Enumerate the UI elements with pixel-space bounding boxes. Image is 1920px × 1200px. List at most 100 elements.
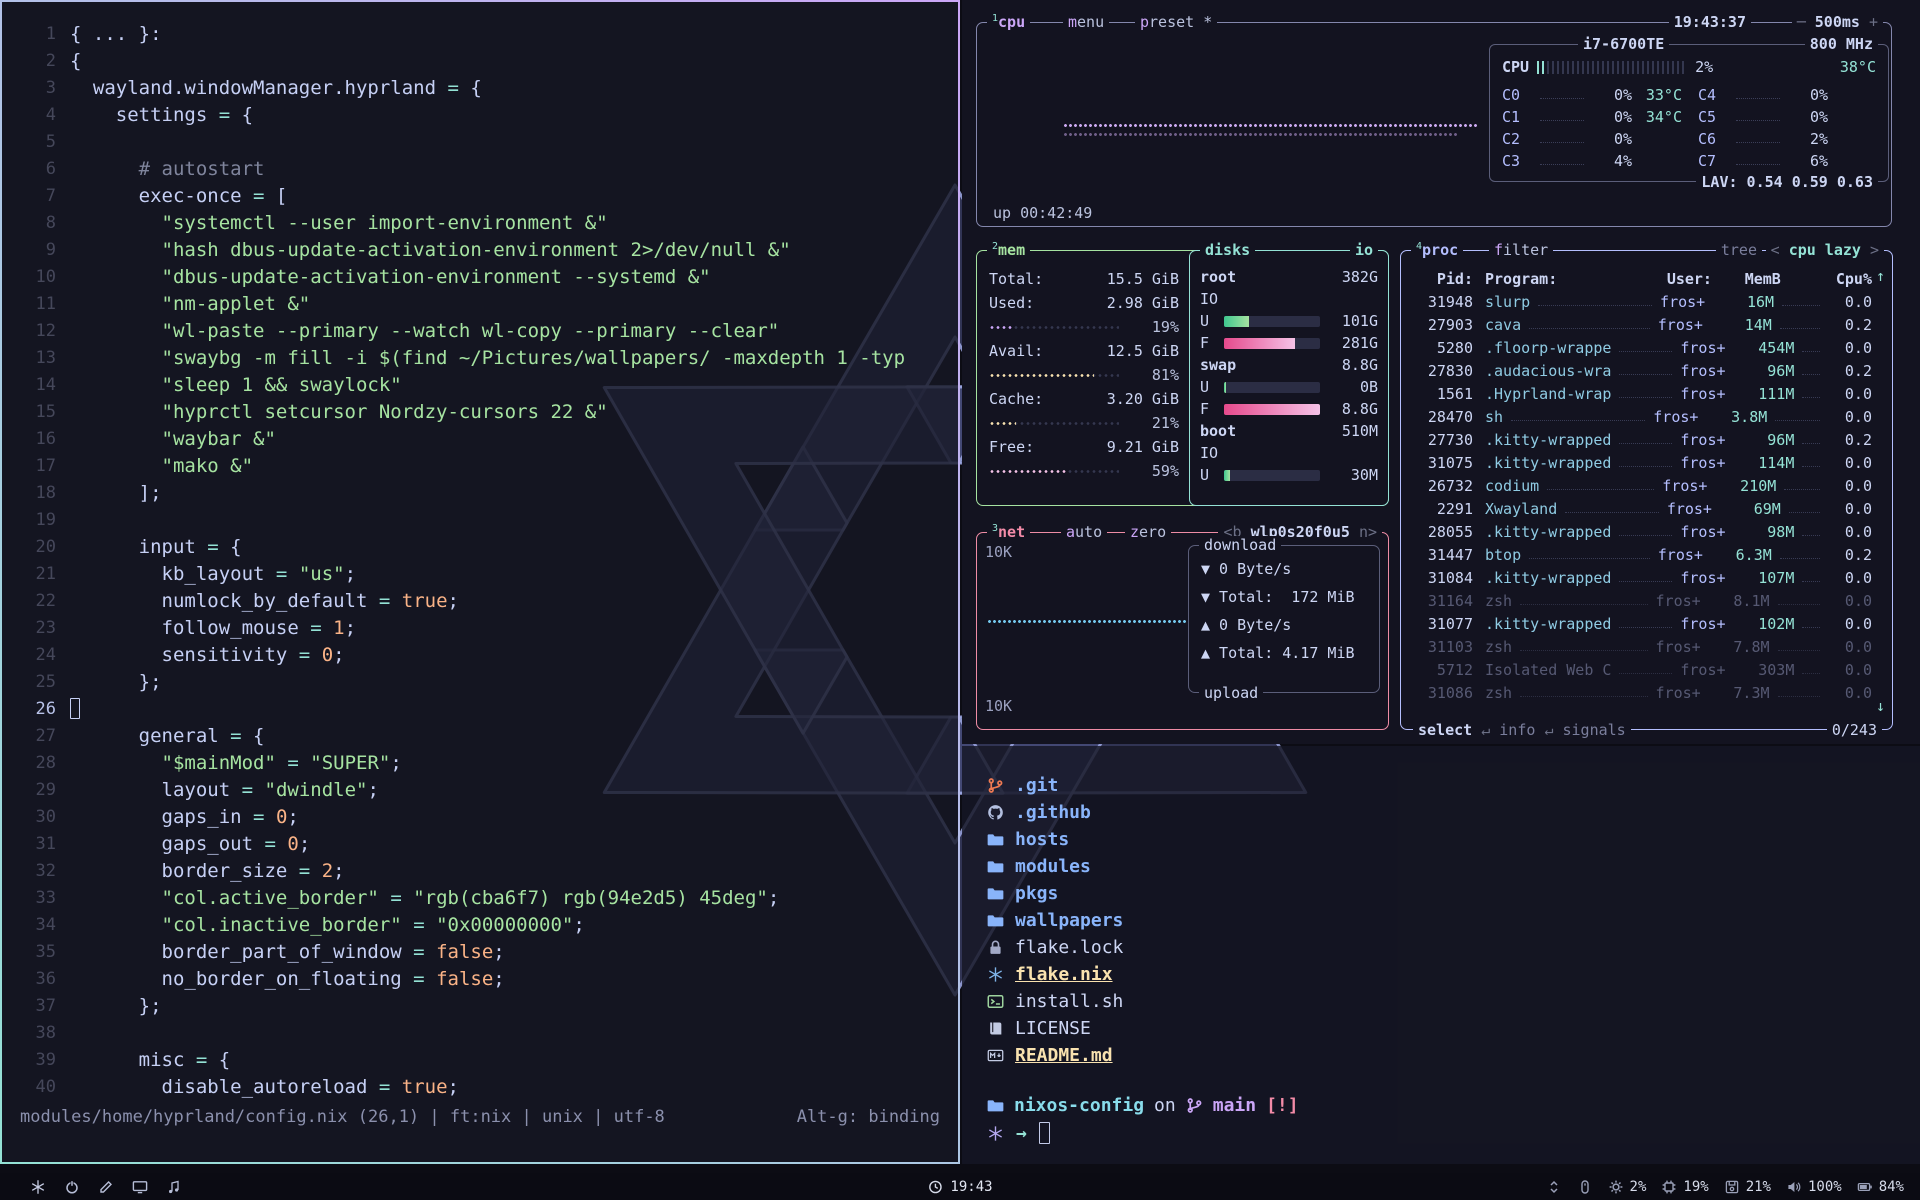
tray-value: 100% [1808,1179,1842,1195]
line-content: misc = { [70,1047,230,1074]
tray-mouse[interactable] [1577,1179,1593,1195]
process-row[interactable]: 2291Xwaylandfros+69M0.0 [1401,497,1892,520]
process-row[interactable]: 31077.kitty-wrappedfros+102M0.0 [1401,612,1892,635]
scroll-down-icon[interactable]: ↓ [1876,697,1885,715]
file-item[interactable]: README.md [987,1042,1920,1069]
scroll-up-icon[interactable]: ↑ [1876,267,1885,285]
file-name: hosts [1015,829,1069,850]
editor-line: 28 "$mainMod" = "SUPER"; [2,750,958,777]
process-row[interactable]: 31447btopfros+6.3M0.2 [1401,543,1892,566]
proc-tree-toggle[interactable]: tree [1716,241,1762,259]
editor-line: 35 border_part_of_window = false; [2,939,958,966]
proc-filter-button[interactable]: filter [1489,241,1553,259]
editor-window[interactable]: 1{ ... }:2{3 wayland.windowManager.hyprl… [0,0,960,1164]
net-auto-toggle[interactable]: auto [1061,523,1107,541]
disk-usage-bar [1224,404,1320,415]
file-item[interactable]: flake.nix [987,961,1920,988]
editor-line: 23 follow_mouse = 1; [2,615,958,642]
line-content: border_size = 2; [70,858,345,885]
process-row[interactable]: 31948slurpfros+16M0.0 [1401,290,1892,313]
btop-window[interactable]: 1cpu menu preset * 19:43:37 ─ 500ms + up… [962,0,1920,744]
line-number: 21 [2,561,56,588]
download-label: download [1199,536,1281,554]
tray-volume[interactable]: 100% [1786,1179,1842,1195]
terminal-icon [987,993,1004,1010]
editor-line: 16 "waybar &" [2,426,958,453]
file-item[interactable]: pkgs [987,880,1920,907]
display-icon[interactable] [132,1179,148,1195]
memory-meter-row: 59% [989,459,1179,483]
file-item[interactable]: LICENSE [987,1015,1920,1042]
line-number: 26 [2,696,56,723]
menu-button[interactable]: menu [1063,13,1109,31]
process-row[interactable]: 26732codiumfros+210M0.0 [1401,474,1892,497]
line-content: "wl-paste --primary --watch wl-copy --pr… [70,318,779,345]
file-name: modules [1015,856,1091,877]
power-icon[interactable] [64,1179,80,1195]
line-number: 19 [2,507,56,534]
disks-io-toggle[interactable]: io [1350,241,1378,259]
file-item[interactable]: install.sh [987,988,1920,1015]
tray-updown[interactable] [1546,1179,1562,1195]
file-name: flake.nix [1015,964,1113,985]
file-item[interactable]: .git [987,772,1920,799]
editor-line: 17 "mako &" [2,453,958,480]
line-number: 39 [2,1047,56,1074]
editor-line: 10 "dbus-update-activation-environment -… [2,264,958,291]
nix-icon[interactable] [30,1179,46,1195]
process-table-header[interactable]: Pid: Program: User: MemB Cpu% [1401,267,1892,290]
process-list[interactable]: 31948slurpfros+16M0.027903cavafros+14M0.… [1401,290,1892,704]
line-content: wayland.windowManager.hyprland = { [70,75,482,102]
editor-line: 32 border_size = 2; [2,858,958,885]
proc-footer-actions[interactable]: select ↵ info ↵ signals [1413,721,1631,739]
file-item[interactable]: wallpapers [987,907,1920,934]
process-row[interactable]: 28055.kitty-wrappedfros+98M0.0 [1401,520,1892,543]
tray-disk[interactable]: 21% [1724,1179,1771,1195]
process-row[interactable]: 27830.audacious-wrafros+96M0.2 [1401,359,1892,382]
cpu-core-row: C40% [1698,84,1878,106]
process-row[interactable]: 5280.floorp-wrappefros+454M0.0 [1401,336,1892,359]
line-number: 36 [2,966,56,993]
status-bar: 19:43 2%19%21%100%84% [0,1173,1920,1200]
process-row[interactable]: 31103zshfros+7.8M0.0 [1401,635,1892,658]
editor-line: 37 }; [2,993,958,1020]
tray-chip[interactable]: 19% [1661,1179,1708,1195]
line-content: disable_autoreload = true; [70,1074,459,1101]
line-number: 20 [2,534,56,561]
code-area[interactable]: 1{ ... }:2{3 wayland.windowManager.hyprl… [2,2,958,1101]
process-row[interactable]: 27903cavafros+14M0.2 [1401,313,1892,336]
file-item[interactable]: .github [987,799,1920,826]
memory-meter [989,371,1119,380]
process-row[interactable]: 27730.kitty-wrappedfros+96M0.2 [1401,428,1892,451]
shell-input-line[interactable]: → [987,1122,1920,1144]
tray-battery[interactable]: 84% [1857,1179,1904,1195]
file-item[interactable]: flake.lock [987,934,1920,961]
disk-usage-bar [1224,470,1320,481]
tray-gear[interactable]: 2% [1608,1179,1647,1195]
line-number: 3 [2,75,56,102]
file-item[interactable]: modules [987,853,1920,880]
process-row[interactable]: 28470shfros+3.8M0.0 [1401,405,1892,428]
process-row[interactable]: 31075.kitty-wrappedfros+114M0.0 [1401,451,1892,474]
load-average: LAV: 0.54 0.59 0.63 [1696,173,1878,191]
update-interval-control[interactable]: ─ 500ms + [1792,13,1883,31]
process-row[interactable]: 5712Isolated Web Cfros+303M0.0 [1401,658,1892,681]
process-row[interactable]: 31084.kitty-wrappedfros+107M0.0 [1401,566,1892,589]
editor-cursor [70,698,80,719]
net-zero-toggle[interactable]: zero [1125,523,1171,541]
process-row[interactable]: 31164zshfros+8.1M0.0 [1401,589,1892,612]
markdown-icon [987,1047,1004,1064]
line-content: input = { [70,534,242,561]
gear-icon [1608,1179,1624,1195]
music-icon[interactable] [166,1179,182,1195]
preset-button[interactable]: preset * [1135,13,1217,31]
terminal-window[interactable]: .git.githubhostsmodulespkgswallpapersfla… [962,746,1920,1164]
process-row[interactable]: 1561.Hyprland-wrapfros+111M0.0 [1401,382,1892,405]
edit-icon[interactable] [98,1179,114,1195]
line-content: "mako &" [70,453,253,480]
proc-sort-selector[interactable]: < cpu lazy > [1766,241,1884,259]
prompt-directory: nixos-config [1014,1095,1144,1116]
cpu-usage-graph [1063,123,1477,128]
file-item[interactable]: hosts [987,826,1920,853]
process-row[interactable]: 31086zshfros+7.3M0.0 [1401,681,1892,704]
